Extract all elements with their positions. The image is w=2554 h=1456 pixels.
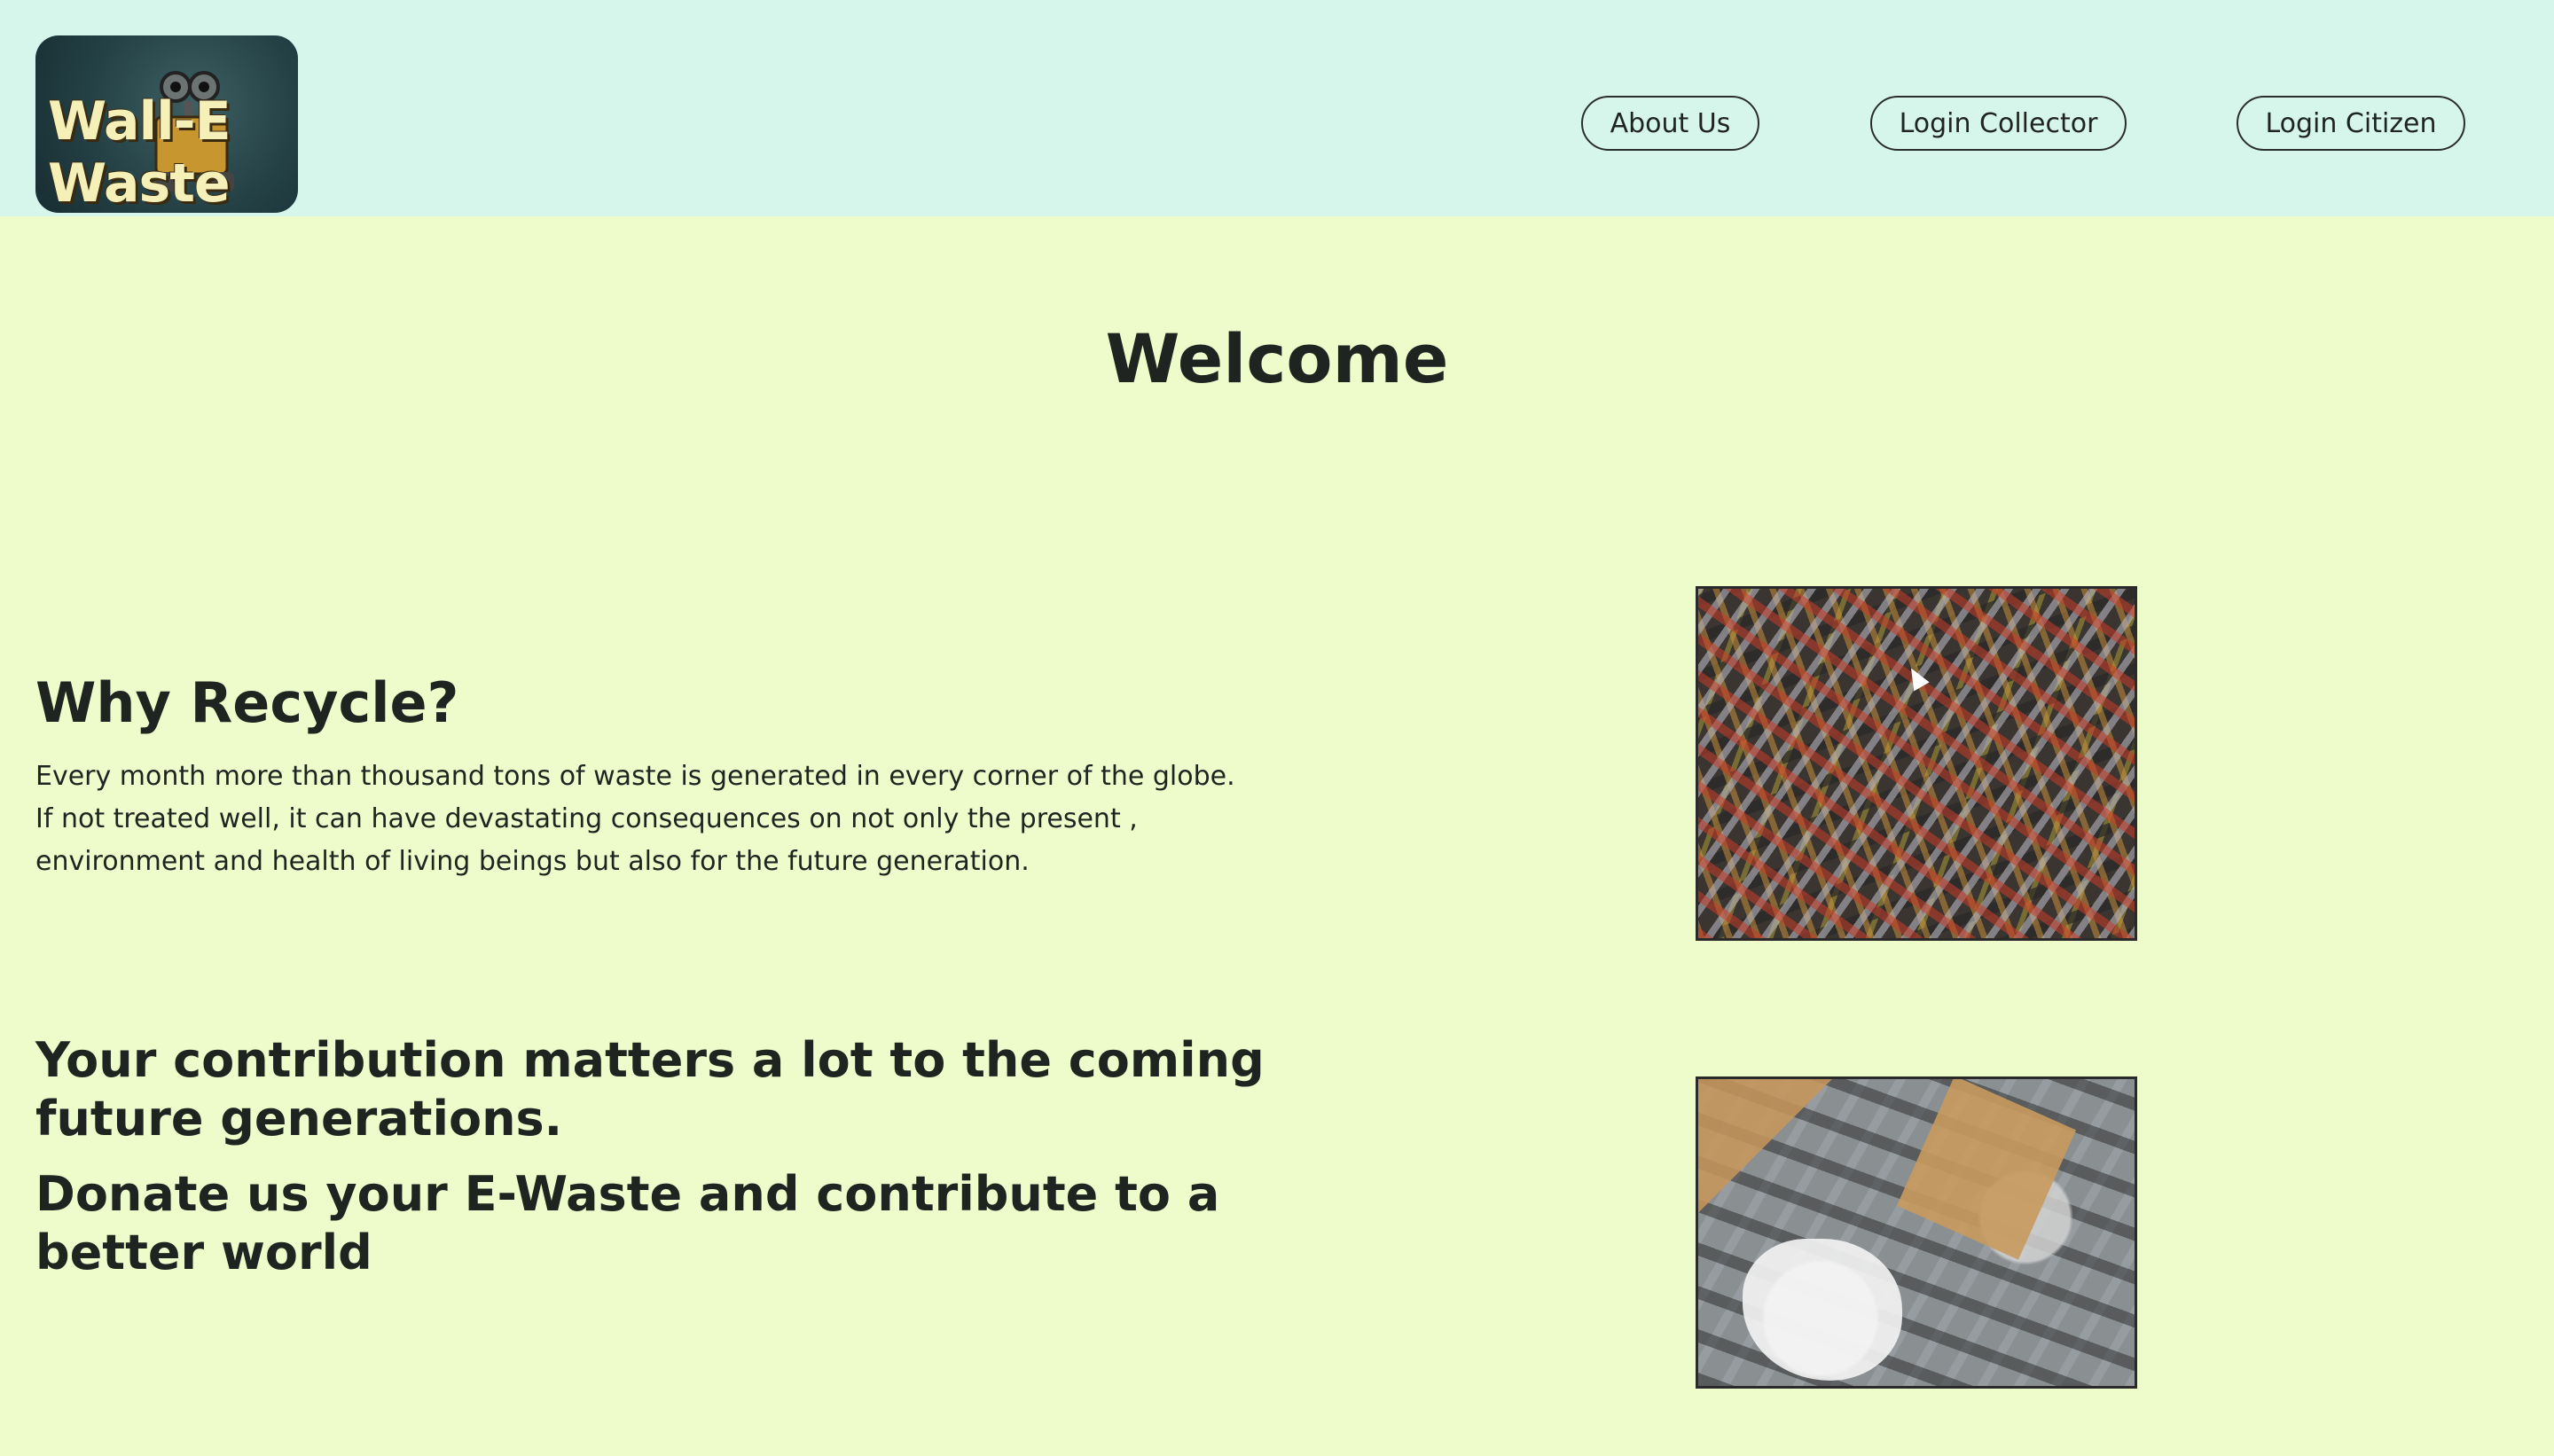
why-recycle-heading: Why Recycle? bbox=[35, 670, 459, 735]
logo-text-line2: Waste bbox=[48, 153, 231, 213]
why-recycle-text: Every month more than thousand tons of w… bbox=[35, 761, 1235, 877]
about-us-button[interactable]: About Us bbox=[1581, 96, 1759, 151]
e-waste-pile-image bbox=[1696, 1076, 2137, 1389]
mouse-cursor-icon bbox=[1903, 663, 1930, 692]
login-citizen-button[interactable]: Login Citizen bbox=[2237, 96, 2465, 151]
batteries-image bbox=[1696, 586, 2137, 941]
donate-heading: Donate us your E-Waste and contribute to… bbox=[35, 1166, 1220, 1280]
top-navbar: Wall-E Waste About Us Login Collector Lo… bbox=[0, 0, 2554, 216]
wall-e-waste-logo[interactable]: Wall-E Waste bbox=[35, 35, 298, 213]
cardboard-box-shape bbox=[1896, 1079, 2077, 1260]
login-collector-button[interactable]: Login Collector bbox=[1870, 96, 2127, 151]
logo-text: Wall-E Waste bbox=[48, 90, 231, 213]
plastic-bag-shape bbox=[1743, 1239, 1902, 1381]
logo-text-line1: Wall-E bbox=[48, 90, 231, 153]
page-title: Welcome bbox=[1105, 319, 1449, 398]
contribution-heading: Your contribution matters a lot to the c… bbox=[35, 1032, 1265, 1147]
